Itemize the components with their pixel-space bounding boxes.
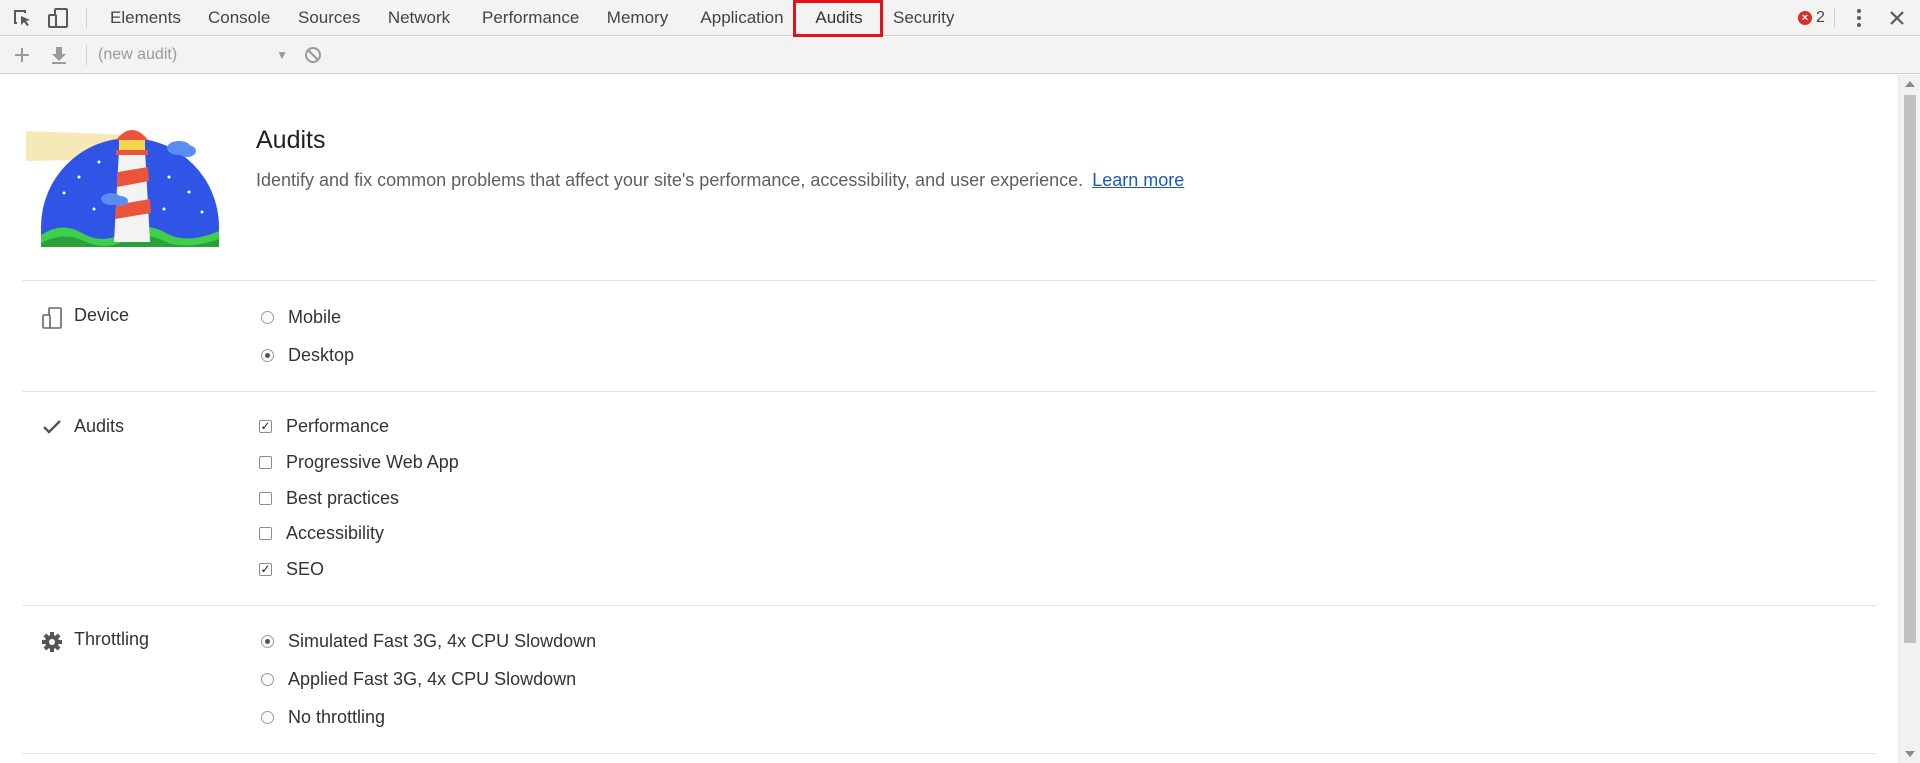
option-label: SEO bbox=[286, 559, 325, 579]
option-label: Accessibility bbox=[286, 523, 385, 543]
checkmark-icon bbox=[40, 415, 64, 439]
device-toolbar-icon[interactable] bbox=[46, 6, 70, 30]
scrollbar-thumb[interactable] bbox=[1904, 95, 1916, 643]
seo-checkbox[interactable]: ✓ bbox=[259, 563, 272, 576]
tab-network[interactable]: Network bbox=[387, 0, 451, 36]
clear-all-icon[interactable] bbox=[302, 44, 324, 66]
section-divider bbox=[22, 280, 1876, 281]
error-count: 2 bbox=[1816, 9, 1825, 26]
audit-option-performance[interactable]: ✓ Performance bbox=[259, 416, 389, 437]
option-label: Performance bbox=[286, 416, 390, 436]
throttling-option-applied[interactable]: Applied Fast 3G, 4x CPU Slowdown bbox=[261, 669, 576, 690]
learn-more-link[interactable]: Learn more bbox=[1092, 170, 1184, 190]
audit-option-accessibility[interactable]: Accessibility bbox=[259, 523, 384, 544]
download-report-icon[interactable] bbox=[48, 44, 70, 66]
mobile-radio[interactable] bbox=[261, 311, 274, 324]
add-audit-icon[interactable] bbox=[11, 44, 33, 66]
tab-sources[interactable]: Sources bbox=[298, 0, 360, 36]
performance-checkbox[interactable]: ✓ bbox=[259, 420, 272, 433]
close-icon[interactable] bbox=[1885, 6, 1909, 30]
option-label: Desktop bbox=[288, 345, 355, 365]
scroll-down-icon[interactable] bbox=[1905, 751, 1915, 757]
audits-toolbar: (new audit) ▼ bbox=[0, 37, 1920, 74]
option-label: No throttling bbox=[288, 707, 386, 727]
device-label: Device bbox=[74, 305, 130, 325]
no-throttling-radio[interactable] bbox=[261, 711, 274, 724]
inspect-element-icon[interactable] bbox=[10, 6, 34, 30]
toolbar-divider bbox=[1834, 8, 1835, 28]
option-label: Progressive Web App bbox=[286, 452, 459, 472]
tab-console[interactable]: Console bbox=[208, 0, 270, 36]
page-description: Identify and fix common problems that af… bbox=[256, 170, 1184, 191]
tab-application[interactable]: Application bbox=[700, 0, 784, 36]
audit-option-best-practices[interactable]: Best practices bbox=[259, 488, 399, 509]
option-label: Applied Fast 3G, 4x CPU Slowdown bbox=[288, 669, 577, 689]
applied-radio[interactable] bbox=[261, 673, 274, 686]
audits-label: Audits bbox=[74, 416, 125, 436]
option-label: Simulated Fast 3G, 4x CPU Slowdown bbox=[288, 631, 597, 651]
device-option-desktop[interactable]: Desktop bbox=[261, 345, 354, 366]
devtools-tab-bar: Elements Console Sources Network Perform… bbox=[0, 0, 1920, 37]
chevron-down-icon: ▼ bbox=[276, 48, 288, 62]
audit-report-select[interactable]: (new audit) ▼ bbox=[98, 44, 288, 66]
device-option-mobile[interactable]: Mobile bbox=[261, 307, 341, 328]
scroll-up-icon[interactable] bbox=[1905, 81, 1915, 87]
section-divider bbox=[22, 605, 1876, 606]
desktop-radio[interactable] bbox=[261, 349, 274, 362]
description-text: Identify and fix common problems that af… bbox=[256, 170, 1084, 190]
toolbar-divider bbox=[86, 8, 87, 28]
section-divider bbox=[22, 753, 1876, 754]
lighthouse-logo bbox=[24, 117, 224, 247]
device-icon bbox=[40, 306, 64, 330]
tab-elements[interactable]: Elements bbox=[110, 0, 181, 36]
error-counter[interactable]: × 2 bbox=[1798, 8, 1825, 28]
throttling-option-simulated[interactable]: Simulated Fast 3G, 4x CPU Slowdown bbox=[261, 631, 596, 652]
gear-icon bbox=[40, 630, 64, 654]
audit-option-pwa[interactable]: Progressive Web App bbox=[259, 452, 459, 473]
best-practices-checkbox[interactable] bbox=[259, 492, 272, 505]
accessibility-checkbox[interactable] bbox=[259, 527, 272, 540]
section-divider bbox=[22, 391, 1876, 392]
throttling-option-none[interactable]: No throttling bbox=[261, 707, 385, 728]
option-label: Mobile bbox=[288, 307, 342, 327]
audit-option-seo[interactable]: ✓ SEO bbox=[259, 559, 324, 580]
throttling-label: Throttling bbox=[74, 629, 150, 649]
tab-memory[interactable]: Memory bbox=[606, 0, 669, 36]
audit-select-value: (new audit) bbox=[98, 46, 178, 63]
audits-panel: Audits Identify and fix common problems … bbox=[0, 75, 1898, 763]
toolbar-divider bbox=[86, 45, 87, 65]
simulated-radio[interactable] bbox=[261, 635, 274, 648]
tab-performance[interactable]: Performance bbox=[482, 0, 579, 36]
error-icon: × bbox=[1798, 11, 1812, 25]
tab-audits[interactable]: Audits bbox=[814, 0, 864, 36]
option-label: Best practices bbox=[286, 488, 400, 508]
vertical-scrollbar[interactable] bbox=[1898, 75, 1920, 763]
tab-security[interactable]: Security bbox=[893, 0, 954, 36]
more-options-icon[interactable] bbox=[1847, 6, 1871, 30]
page-title: Audits bbox=[256, 126, 326, 154]
pwa-checkbox[interactable] bbox=[259, 456, 272, 469]
